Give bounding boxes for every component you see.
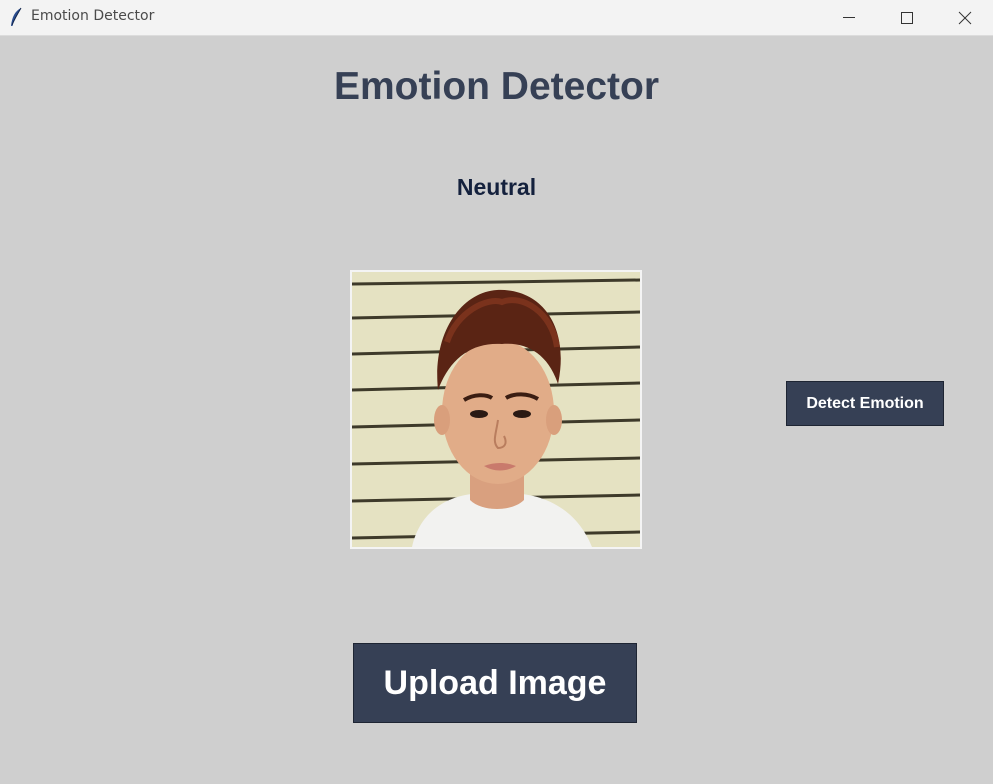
window-title-bar: Emotion Detector [0,0,993,36]
detect-emotion-button[interactable]: Detect Emotion [786,381,944,426]
minimize-icon [843,17,855,18]
app-content: Emotion Detector Neutral Detect Emotion … [0,37,993,784]
feather-icon [9,7,23,27]
close-icon [958,11,972,25]
uploaded-image-preview [350,270,642,549]
minimize-button[interactable] [820,0,878,36]
upload-image-button[interactable]: Upload Image [353,643,637,723]
page-title: Emotion Detector [333,65,660,108]
maximize-icon [901,12,913,24]
face-photo [352,272,640,547]
emotion-result-label: Neutral [456,174,537,200]
close-button[interactable] [936,0,993,36]
maximize-button[interactable] [878,0,936,36]
window-title: Emotion Detector [31,8,155,24]
